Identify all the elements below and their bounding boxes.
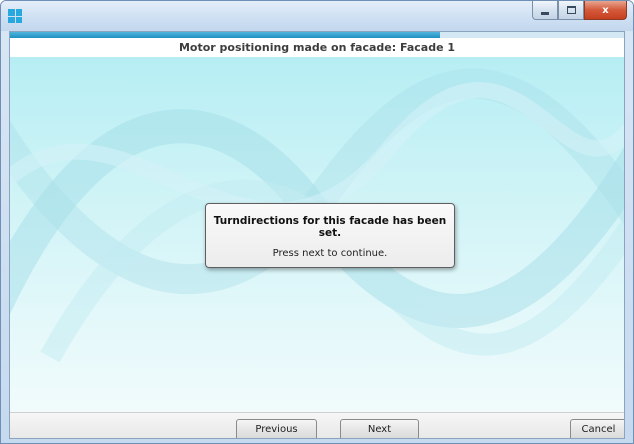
message-title: Turndirections for this facade has been … bbox=[213, 215, 447, 239]
wizard-client-area: Motor positioning made on facade: Facade… bbox=[9, 31, 625, 439]
cancel-button[interactable]: Cancel bbox=[570, 419, 624, 438]
app-grid-icon bbox=[8, 9, 22, 23]
previous-button[interactable]: Previous bbox=[236, 419, 317, 438]
maximize-button[interactable] bbox=[558, 1, 584, 20]
application-window: x Motor positioning made on facade: Faca… bbox=[0, 0, 634, 444]
close-icon: x bbox=[602, 4, 609, 16]
title-bar[interactable]: x bbox=[1, 1, 633, 31]
minimize-icon bbox=[541, 11, 549, 15]
message-body: Press next to continue. bbox=[272, 248, 388, 259]
wizard-header: Motor positioning made on facade: Facade… bbox=[10, 38, 624, 57]
window-controls: x bbox=[532, 1, 627, 20]
content-area: Turndirections for this facade has been … bbox=[10, 57, 624, 412]
close-button[interactable]: x bbox=[584, 1, 627, 20]
page-title: Motor positioning made on facade: Facade… bbox=[178, 41, 456, 54]
wizard-button-bar: Previous Next Cancel bbox=[10, 412, 624, 438]
next-button[interactable]: Next bbox=[340, 419, 419, 438]
minimize-button[interactable] bbox=[532, 1, 558, 20]
maximize-icon bbox=[566, 6, 576, 14]
status-message-box: Turndirections for this facade has been … bbox=[205, 203, 455, 268]
